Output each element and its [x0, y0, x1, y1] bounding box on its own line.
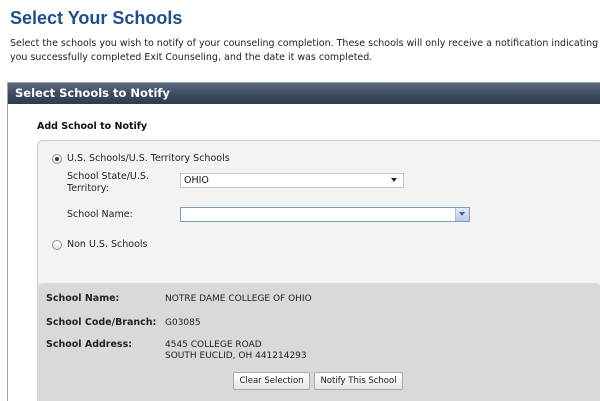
panel-header: Select Schools to Notify [8, 83, 600, 104]
intro-line-2: you successfully completed Exit Counseli… [10, 51, 373, 63]
chevron-down-icon[interactable] [455, 208, 469, 221]
school-name-detail-label: School Name: [46, 293, 120, 304]
non-us-schools-radio[interactable] [52, 240, 62, 250]
school-code-label: School Code/Branch: [46, 317, 157, 328]
state-label: School State/U.S. Territory: [67, 171, 149, 195]
school-code-value: G03085 [165, 318, 201, 328]
school-name-select-value [181, 215, 184, 226]
us-schools-radio[interactable] [52, 154, 62, 164]
radio-selected-dot [55, 157, 59, 161]
school-name-select[interactable] [180, 207, 470, 222]
intro-text: Select the schools you wish to notify of… [10, 37, 600, 64]
school-name-label: School Name: [67, 209, 133, 220]
state-label-line-1: School State/U.S. [67, 171, 149, 182]
school-address-label: School Address: [46, 339, 133, 350]
state-select-value: OHIO [184, 175, 209, 186]
notify-school-button[interactable]: Notify This School [314, 372, 403, 390]
clear-selection-button[interactable]: Clear Selection [233, 372, 310, 390]
select-schools-panel: Select Schools to Notify Add School to N… [7, 82, 600, 401]
page-title: Select Your Schools [10, 8, 183, 28]
chevron-down-icon [391, 178, 397, 182]
school-address-line-1: 4545 COLLEGE ROAD [165, 340, 262, 350]
school-name-detail-value: NOTRE DAME COLLEGE OF OHIO [165, 294, 312, 304]
school-address-line-2: SOUTH EUCLID, OH 441214293 [165, 351, 307, 361]
state-label-line-2: Territory: [67, 183, 109, 194]
intro-line-1: Select the schools you wish to notify of… [10, 38, 600, 49]
non-us-schools-radio-label[interactable]: Non U.S. Schools [67, 239, 148, 250]
state-select[interactable]: OHIO [180, 173, 404, 188]
us-schools-radio-label[interactable]: U.S. Schools/U.S. Territory Schools [67, 153, 230, 164]
add-school-heading: Add School to Notify [37, 121, 148, 132]
